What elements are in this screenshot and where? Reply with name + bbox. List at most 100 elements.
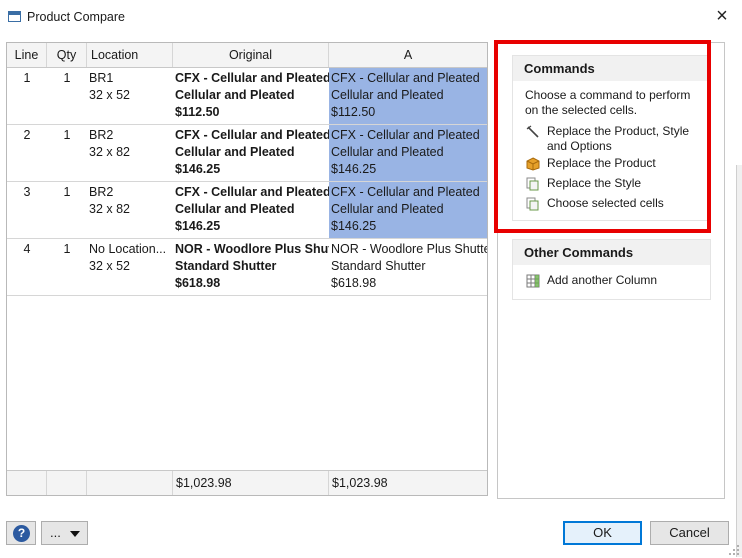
cell-line[interactable]: 2 [7,125,47,181]
command-label: Replace the Style [547,176,642,190]
command-panel: Commands Choose a command to perform on … [497,42,725,499]
documents-icon [526,177,539,191]
wand-icon [526,125,539,138]
location-name: No Location... [89,242,167,256]
style-name: Cellular and Pleated [331,88,444,102]
cell-line[interactable]: 3 [7,182,47,238]
grid-header: Line Qty Location Original A [7,43,487,68]
dialog-footer: ? ... OK Cancel [0,514,742,558]
cell-a[interactable]: NOR - Woodlore Plus Shutter Standard Shu… [329,239,487,295]
cell-qty[interactable]: 1 [47,239,87,295]
product-name: CFX - Cellular and Pleated [175,185,329,199]
commands-title: Commands [513,56,710,81]
total-a: $1,023.98 [332,476,388,490]
command-replace-style[interactable]: Replace the Style [513,174,710,194]
command-add-another-column[interactable]: Add another Column [513,271,710,291]
title-bar: Product Compare × [0,0,742,34]
product-name: CFX - Cellular and Pleated [175,71,329,85]
price: $146.25 [175,162,221,176]
command-replace-product-style-options[interactable]: Replace the Product, Style and Options [513,122,710,154]
table-row[interactable]: 2 1 BR2 32 x 82 CFX - Cellular and Pleat… [7,125,487,182]
style-name: Cellular and Pleated [331,202,444,216]
command-label: Add another Column [547,273,658,287]
other-commands-section: Other Commands Add another Column [512,239,711,300]
location-size: 32 x 82 [89,202,131,216]
table-row[interactable]: 3 1 BR2 32 x 82 CFX - Cellular and Pleat… [7,182,487,239]
product-name: CFX - Cellular and Pleated [331,185,480,199]
location-name: BR2 [89,185,114,199]
cell-location[interactable]: BR1 32 x 52 [87,68,173,124]
panel-splitter[interactable] [490,42,494,496]
total-original: $1,023.98 [173,471,329,495]
help-icon: ? [13,525,30,542]
command-label: Replace the Product, Style and Options [547,124,690,153]
help-button[interactable]: ? [6,521,36,545]
cell-location[interactable]: BR2 32 x 82 [87,125,173,181]
location-size: 32 x 52 [89,88,131,102]
cell-location[interactable]: BR2 32 x 82 [87,182,173,238]
price: $112.50 [175,105,220,119]
table-row[interactable]: 1 1 BR1 32 x 52 CFX - Cellular and Pleat… [7,68,487,125]
command-label: Choose selected cells [547,196,664,210]
location-name: BR2 [89,128,114,142]
style-name: Standard Shutter [175,259,277,273]
style-name: Cellular and Pleated [331,145,444,159]
column-header-a[interactable]: A [329,43,487,67]
product-name: CFX - Cellular and Pleated [331,71,480,85]
background-window-edge [736,165,742,557]
cell-line[interactable]: 4 [7,239,47,295]
box-icon [526,157,540,171]
table-row[interactable]: 4 1 No Location... 32 x 52 NOR - Woodlor… [7,239,487,296]
style-name: Cellular and Pleated [175,202,295,216]
grid-totals: $1,023.98 $1,023.98 [7,470,487,495]
price: $146.25 [331,219,377,233]
price: $618.98 [175,276,221,290]
total-blank-qty [47,471,87,495]
cell-qty[interactable]: 1 [47,125,87,181]
style-name: Cellular and Pleated [175,88,295,102]
compare-grid: Line Qty Location Original A 1 1 BR1 32 … [6,42,488,496]
cell-qty[interactable]: 1 [47,68,87,124]
product-name: CFX - Cellular and Pleated [175,128,329,142]
cell-line[interactable]: 1 [7,68,47,124]
product-name: NOR - Woodlore Plus Shutter [175,242,329,256]
cell-qty[interactable]: 1 [47,182,87,238]
cell-a-selected[interactable]: CFX - Cellular and Pleated Cellular and … [329,182,487,238]
more-label: ... [50,525,61,540]
column-header-line[interactable]: Line [7,43,47,67]
resize-grip-icon[interactable] [728,544,740,556]
grid-add-icon [526,274,540,288]
column-header-qty[interactable]: Qty [47,43,87,67]
cell-original[interactable]: CFX - Cellular and Pleated Cellular and … [173,182,329,238]
cancel-button[interactable]: Cancel [650,521,729,545]
cell-original[interactable]: CFX - Cellular and Pleated Cellular and … [173,125,329,181]
style-name: Standard Shutter [331,259,426,273]
price: $618.98 [331,276,377,290]
cell-a-selected[interactable]: CFX - Cellular and Pleated Cellular and … [329,68,487,124]
ok-button[interactable]: OK [563,521,642,545]
product-name: CFX - Cellular and Pleated [331,128,480,142]
other-commands-title: Other Commands [513,240,710,265]
chevron-down-icon [70,531,80,537]
price: $146.25 [175,219,221,233]
window-title: Product Compare [27,10,125,24]
cell-original[interactable]: NOR - Woodlore Plus Shutter Standard Shu… [173,239,329,295]
total-blank-line [7,471,47,495]
command-choose-selected-cells[interactable]: Choose selected cells [513,194,710,214]
location-size: 32 x 52 [89,259,131,273]
column-header-original[interactable]: Original [173,43,329,67]
product-name: NOR - Woodlore Plus Shutter [331,242,487,256]
documents-icon [526,197,539,211]
window-icon [8,11,21,22]
cell-location[interactable]: No Location... 32 x 52 [87,239,173,295]
location-size: 32 x 82 [89,145,131,159]
commands-section: Commands Choose a command to perform on … [512,55,711,221]
command-replace-product[interactable]: Replace the Product [513,154,710,174]
more-options-button[interactable]: ... [41,521,88,545]
cell-a-selected[interactable]: CFX - Cellular and Pleated Cellular and … [329,125,487,181]
command-label: Replace the Product [547,156,656,170]
style-name: Cellular and Pleated [175,145,295,159]
cell-original[interactable]: CFX - Cellular and Pleated Cellular and … [173,68,329,124]
column-header-location[interactable]: Location [87,43,173,67]
close-button[interactable]: × [710,5,734,29]
